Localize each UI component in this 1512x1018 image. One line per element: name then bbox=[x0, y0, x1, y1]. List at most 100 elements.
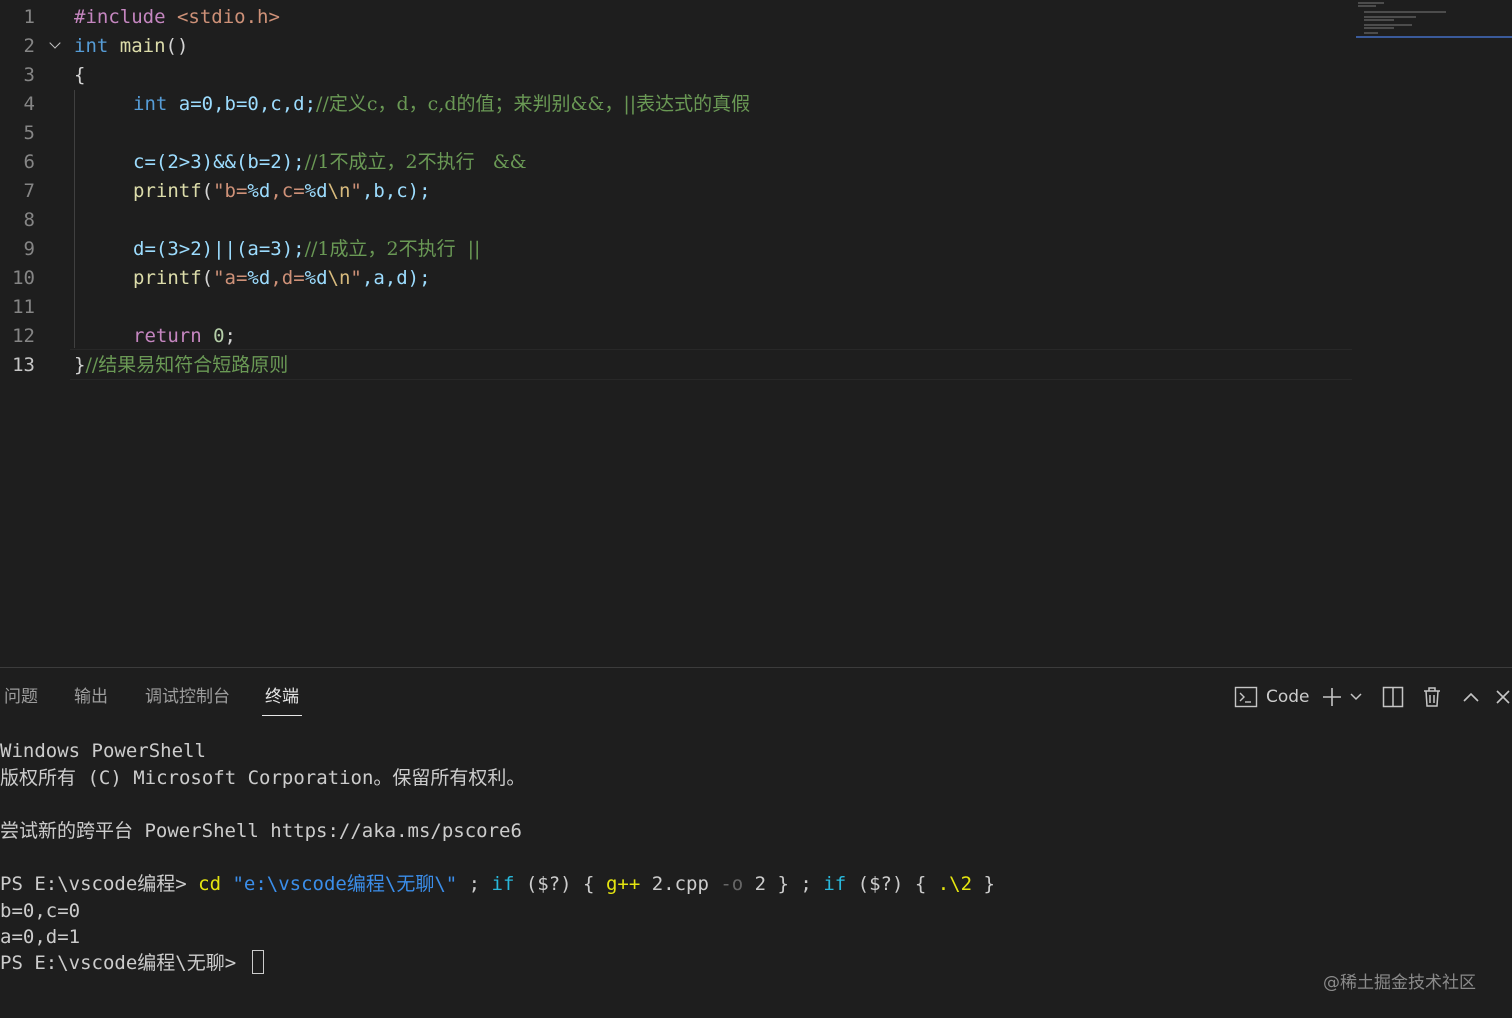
terminal-prompt: PS E:\vscode编程\无聊> bbox=[0, 952, 248, 974]
format-spec: %d bbox=[304, 180, 328, 202]
string-part: "a= bbox=[213, 267, 248, 289]
bottom-panel: 问题 输出 调试控制台 终端 Code Windows PowerShell 版… bbox=[0, 667, 1512, 1018]
cmd-compiler: g++ bbox=[605, 873, 641, 895]
line-number: 8 bbox=[23, 209, 35, 231]
panel-toolbar: Code bbox=[1234, 682, 1512, 712]
expression-code: c=(2>3)&&(b=2); bbox=[133, 151, 305, 173]
plus-icon bbox=[1323, 688, 1341, 706]
cmd-cd: cd bbox=[198, 873, 222, 895]
close-panel-button[interactable] bbox=[1494, 682, 1512, 712]
chevron-down-icon bbox=[1350, 693, 1362, 701]
minimap-row bbox=[1364, 16, 1416, 18]
indent-guide bbox=[74, 90, 75, 348]
function-name: main bbox=[119, 35, 166, 57]
type-keyword: int bbox=[74, 35, 109, 57]
expression-code: d=(3>2)||(a=3); bbox=[133, 238, 305, 260]
code-line-6: c=(2>3)&&(b=2);//1不成立，2不执行 && bbox=[133, 148, 527, 177]
cmd-close: } bbox=[972, 873, 995, 895]
code-line-10: printf("a=%d,d=%d\n",a,d); bbox=[133, 264, 431, 293]
cmd-condition: ($?) { bbox=[514, 873, 606, 895]
format-spec: %d bbox=[247, 267, 271, 289]
minimap-row bbox=[1358, 2, 1384, 4]
terminal-output-line: a=0,d=1 bbox=[0, 926, 81, 948]
minimap[interactable] bbox=[1356, 0, 1512, 40]
terminal-prompt-line[interactable]: PS E:\vscode编程\无聊> bbox=[0, 950, 264, 976]
minimap-row bbox=[1364, 27, 1394, 29]
line-number: 5 bbox=[23, 122, 35, 144]
code-line-7: printf("b=%d,c=%d\n",b,c); bbox=[133, 177, 431, 206]
watermark: @稀土掘金技术社区 bbox=[1323, 973, 1476, 993]
closing-brace: } bbox=[74, 354, 86, 376]
format-spec: %d bbox=[247, 180, 271, 202]
terminal-command-line: PS E:\vscode编程> cd "e:\vscode编程\无聊\" ; i… bbox=[0, 871, 995, 897]
minimap-row bbox=[1364, 19, 1394, 21]
tab-output[interactable]: 输出 bbox=[74, 686, 108, 716]
string-part: "b= bbox=[213, 180, 248, 202]
preprocessor-directive: #include bbox=[74, 6, 166, 28]
return-keyword: return bbox=[133, 325, 202, 347]
punctuation: ( bbox=[201, 267, 214, 289]
line-number: 12 bbox=[12, 325, 35, 347]
line-number: 9 bbox=[23, 238, 35, 260]
cmd-path: "e:\vscode编程\无聊\" bbox=[221, 873, 458, 895]
cmd-condition: ($?) { bbox=[846, 873, 938, 895]
line-number: 3 bbox=[23, 64, 35, 86]
split-terminal-button[interactable] bbox=[1380, 682, 1406, 712]
line-comment: //1不成立，2不执行 && bbox=[304, 151, 527, 173]
tab-debug-console[interactable]: 调试控制台 bbox=[145, 686, 230, 716]
terminal-line: 尝试新的跨平台 PowerShell https://aka.ms/pscore… bbox=[0, 820, 522, 842]
escape-sequence: \n bbox=[327, 267, 351, 289]
line-number: 2 bbox=[23, 35, 35, 57]
punctuation: ; bbox=[224, 325, 236, 347]
code-line-3: { bbox=[74, 64, 86, 86]
minimap-row bbox=[1364, 24, 1412, 26]
fold-chevron-icon[interactable] bbox=[48, 32, 64, 61]
line-number: 6 bbox=[23, 151, 35, 173]
cmd-file: 2.cpp bbox=[640, 873, 721, 895]
line-comment: //定义c，d，c,d的值；来判别&&，||表达式的真假 bbox=[316, 93, 751, 115]
cmd-if: if bbox=[823, 873, 847, 895]
string-part: ,c= bbox=[270, 180, 305, 202]
string-part: ,d= bbox=[270, 267, 305, 289]
cmd-output: 2 } ; bbox=[743, 873, 824, 895]
function-call: printf bbox=[133, 267, 202, 289]
line-number: 7 bbox=[23, 180, 35, 202]
code-line-2: int main() bbox=[74, 32, 188, 61]
terminal-cursor bbox=[251, 950, 264, 974]
split-icon bbox=[1382, 686, 1404, 708]
terminal-profile-button[interactable]: Code bbox=[1234, 682, 1314, 712]
maximize-panel-button[interactable] bbox=[1460, 682, 1482, 712]
close-icon bbox=[1496, 690, 1510, 704]
code-editor[interactable]: 1 2 3 4 5 6 7 8 9 10 11 12 13 #include <… bbox=[0, 0, 1512, 667]
minimap-row bbox=[1364, 11, 1446, 13]
terminal-line: 版权所有 (C) Microsoft Corporation。保留所有权利。 bbox=[0, 767, 526, 789]
arguments: ,b,c); bbox=[361, 180, 431, 202]
line-number: 1 bbox=[23, 6, 35, 28]
line-number: 4 bbox=[23, 93, 35, 115]
string-part: " bbox=[350, 180, 362, 202]
format-spec: %d bbox=[304, 267, 328, 289]
string-part: " bbox=[350, 267, 362, 289]
tab-problems[interactable]: 问题 bbox=[4, 686, 38, 716]
line-comment: //1成立，2不执行 || bbox=[304, 238, 481, 260]
declaration-code: a=0,b=0,c,d; bbox=[167, 93, 317, 115]
terminal-dropdown-button[interactable] bbox=[1347, 682, 1365, 712]
escape-sequence: \n bbox=[327, 180, 351, 202]
tab-terminal[interactable]: 终端 bbox=[262, 686, 302, 716]
minimap-viewport[interactable] bbox=[1356, 36, 1512, 38]
line-number: 10 bbox=[12, 267, 35, 289]
new-terminal-button[interactable] bbox=[1320, 682, 1344, 712]
kill-terminal-button[interactable] bbox=[1420, 682, 1444, 712]
cmd-flag: -o bbox=[720, 873, 744, 895]
code-line-9: d=(3>2)||(a=3);//1成立，2不执行 || bbox=[133, 235, 480, 264]
punctuation: () bbox=[165, 35, 189, 57]
number-literal: 0 bbox=[213, 325, 225, 347]
terminal-output-line: b=0,c=0 bbox=[0, 900, 81, 922]
arguments: ,a,d); bbox=[361, 267, 431, 289]
line-number-active: 13 bbox=[12, 354, 35, 376]
code-line-4: int a=0,b=0,c,d;//定义c，d，c,d的值；来判别&&，||表达… bbox=[133, 90, 750, 119]
cmd-separator: ; bbox=[457, 873, 492, 895]
minimap-row bbox=[1358, 5, 1376, 7]
code-line-12: return 0; bbox=[133, 322, 236, 351]
punctuation: ( bbox=[201, 180, 214, 202]
